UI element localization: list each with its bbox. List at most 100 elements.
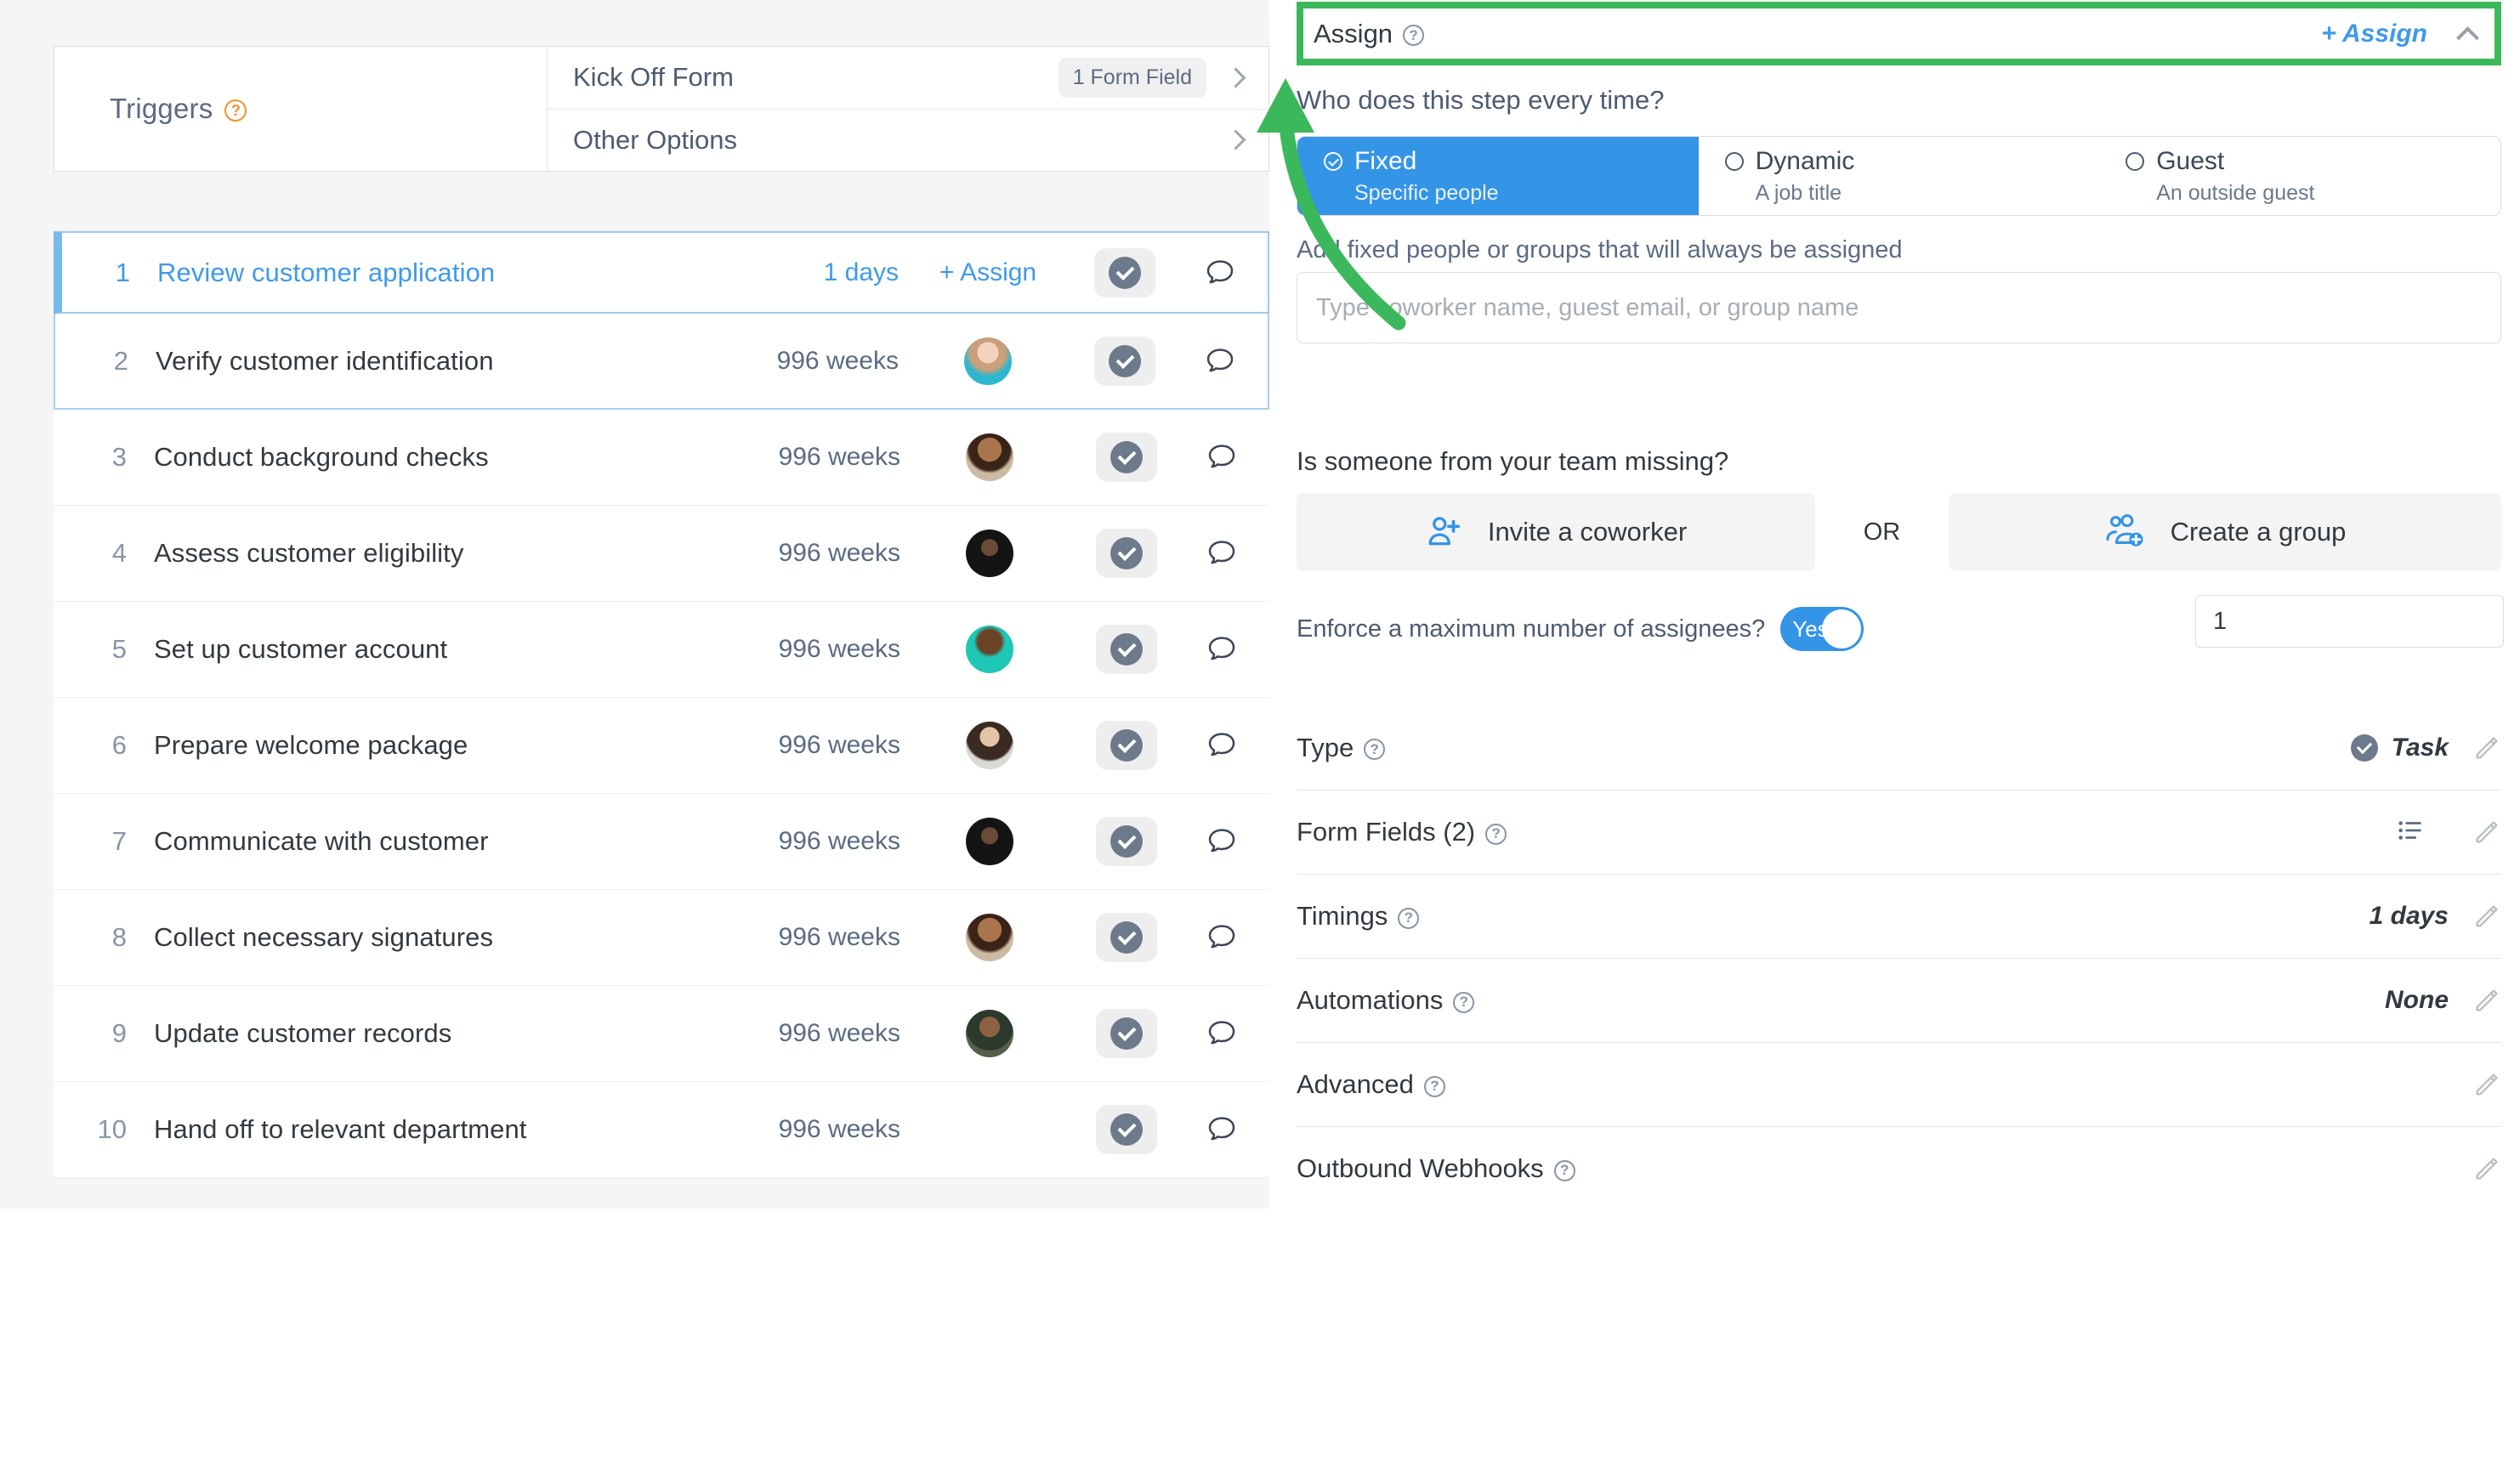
step-row[interactable]: 8 Collect necessary signatures 996 weeks bbox=[54, 890, 1269, 986]
step-assign-button[interactable]: + Assign bbox=[899, 258, 1077, 287]
radio-icon[interactable] bbox=[1724, 151, 1744, 171]
step-duration[interactable]: 996 weeks bbox=[713, 923, 900, 952]
avatar[interactable] bbox=[966, 722, 1013, 769]
step-title[interactable]: Assess customer eligibility bbox=[154, 538, 463, 569]
step-row[interactable]: 9 Update customer records 996 weeks bbox=[54, 986, 1269, 1082]
step-duration[interactable]: 996 weeks bbox=[713, 635, 900, 664]
question-circle-icon[interactable]: ? bbox=[1403, 25, 1425, 46]
step-duration[interactable]: 1 days bbox=[712, 258, 899, 287]
edit-pencil-icon[interactable] bbox=[2457, 1154, 2501, 1183]
step-row[interactable]: 10 Hand off to relevant department 996 wee… bbox=[54, 1082, 1269, 1178]
avatar[interactable] bbox=[964, 337, 1012, 385]
step-duration[interactable]: 996 weeks bbox=[712, 347, 899, 376]
assign-section-header[interactable]: Assign ? + Assign bbox=[1303, 8, 2494, 59]
assign-mode-option-fixed[interactable]: Fixed Specific people bbox=[1297, 137, 1699, 215]
triggers-section[interactable]: Triggers ? bbox=[54, 47, 548, 171]
step-row[interactable]: 6 Prepare welcome package 996 weeks bbox=[54, 698, 1269, 794]
step-row[interactable]: 7 Communicate with customer 996 weeks bbox=[54, 794, 1269, 890]
avatar[interactable] bbox=[966, 914, 1013, 961]
setting-row[interactable]: Timings? 1 days bbox=[1297, 874, 2501, 958]
question-circle-icon[interactable]: ? bbox=[1364, 739, 1386, 760]
step-row[interactable]: 5 Set up customer account 996 weeks bbox=[54, 602, 1269, 698]
comment-bubble-icon[interactable] bbox=[1205, 920, 1239, 954]
chevron-right-icon[interactable] bbox=[1225, 67, 1246, 88]
comment-bubble-icon[interactable] bbox=[1205, 632, 1239, 666]
radio-icon[interactable] bbox=[2126, 151, 2145, 171]
setting-row[interactable]: Advanced? bbox=[1297, 1042, 2501, 1126]
check-circle-icon[interactable] bbox=[1096, 529, 1157, 578]
invite-coworker-button[interactable]: Invite a coworker bbox=[1297, 493, 1815, 571]
step-title[interactable]: Set up customer account bbox=[154, 634, 447, 665]
step-duration[interactable]: 996 weeks bbox=[713, 1019, 900, 1048]
step-title[interactable]: Update customer records bbox=[154, 1018, 451, 1049]
comment-bubble-icon[interactable] bbox=[1205, 440, 1239, 474]
edit-pencil-icon[interactable] bbox=[2457, 986, 2501, 1015]
other-options-row[interactable]: Other Options bbox=[548, 108, 1269, 172]
step-row[interactable]: 3 Conduct background checks 996 weeks bbox=[54, 410, 1269, 506]
radio-icon[interactable] bbox=[1324, 151, 1342, 171]
setting-row[interactable]: Outbound Webhooks? bbox=[1297, 1126, 2501, 1210]
setting-row[interactable]: Type? Task bbox=[1297, 705, 2501, 790]
add-assign-button[interactable]: + Assign bbox=[2321, 20, 2427, 48]
question-circle-icon[interactable]: ? bbox=[1553, 1159, 1575, 1181]
comment-bubble-icon[interactable] bbox=[1205, 824, 1239, 858]
check-circle-icon[interactable] bbox=[1096, 625, 1157, 674]
create-group-button[interactable]: Create a group bbox=[1949, 493, 2501, 571]
question-circle-icon[interactable]: ? bbox=[1485, 823, 1507, 845]
comment-bubble-icon[interactable] bbox=[1205, 1017, 1239, 1051]
step-duration[interactable]: 996 weeks bbox=[713, 443, 900, 472]
check-circle-icon[interactable] bbox=[1094, 336, 1155, 386]
check-circle-icon[interactable] bbox=[1094, 247, 1155, 297]
kick-off-form-row[interactable]: Kick Off Form 1 Form Field bbox=[548, 47, 1269, 109]
step-assignee-avatar-slot[interactable] bbox=[900, 433, 1079, 481]
step-title[interactable]: Communicate with customer bbox=[154, 826, 489, 857]
edit-pencil-icon[interactable] bbox=[2457, 818, 2501, 847]
edit-pencil-icon[interactable] bbox=[2457, 734, 2501, 762]
chevron-right-icon[interactable] bbox=[1225, 129, 1246, 150]
edit-pencil-icon[interactable] bbox=[2457, 1070, 2501, 1099]
step-title[interactable]: Hand off to relevant department bbox=[154, 1114, 527, 1145]
edit-pencil-icon[interactable] bbox=[2457, 902, 2501, 931]
step-duration[interactable]: 996 weeks bbox=[713, 1115, 900, 1144]
setting-row[interactable]: Automations? None bbox=[1297, 958, 2501, 1042]
step-row[interactable]: 1 Review customer application 1 days + Assi… bbox=[54, 231, 1269, 314]
step-title[interactable]: Conduct background checks bbox=[154, 442, 489, 473]
setting-row[interactable]: Form Fields (2)? bbox=[1297, 790, 2501, 874]
check-circle-icon[interactable] bbox=[1096, 721, 1157, 770]
step-title[interactable]: Review customer application bbox=[157, 258, 495, 288]
assign-mode-option-guest[interactable]: Guest An outside guest bbox=[2099, 137, 2500, 215]
step-duration[interactable]: 996 weeks bbox=[713, 827, 900, 856]
check-circle-icon[interactable] bbox=[1096, 1105, 1157, 1154]
check-circle-icon[interactable] bbox=[1096, 1009, 1157, 1058]
enforce-max-toggle[interactable]: Yes bbox=[1780, 607, 1864, 651]
max-assignees-input[interactable]: 1 bbox=[2195, 595, 2504, 648]
question-circle-icon[interactable]: ? bbox=[1398, 907, 1420, 929]
check-circle-icon[interactable] bbox=[1096, 817, 1157, 866]
step-assignee-avatar-slot[interactable] bbox=[900, 722, 1079, 769]
question-circle-icon[interactable]: ? bbox=[1423, 1075, 1445, 1097]
step-duration[interactable]: 996 weeks bbox=[713, 731, 900, 760]
comment-bubble-icon[interactable] bbox=[1203, 256, 1237, 290]
step-title[interactable]: Collect necessary signatures bbox=[154, 922, 493, 953]
check-circle-icon[interactable] bbox=[1096, 433, 1157, 482]
step-title[interactable]: Prepare welcome package bbox=[154, 730, 468, 761]
step-assignee-avatar-slot[interactable] bbox=[900, 530, 1079, 577]
question-circle-icon[interactable]: ? bbox=[224, 99, 247, 122]
step-duration[interactable]: 996 weeks bbox=[713, 539, 900, 568]
step-assignee-avatar-slot[interactable] bbox=[900, 626, 1079, 673]
avatar[interactable] bbox=[966, 626, 1013, 673]
list-view-icon[interactable] bbox=[2396, 816, 2425, 849]
avatar[interactable] bbox=[966, 530, 1013, 577]
comment-bubble-icon[interactable] bbox=[1205, 536, 1239, 570]
step-row[interactable]: 2 Verify customer identification 996 weeks bbox=[54, 314, 1269, 410]
step-assignee-avatar-slot[interactable] bbox=[900, 1010, 1079, 1057]
step-assignee-avatar-slot[interactable] bbox=[900, 914, 1079, 961]
assign-mode-option-dynamic[interactable]: Dynamic A job title bbox=[1699, 137, 2100, 215]
assignee-search-input[interactable]: Type coworker name, guest email, or grou… bbox=[1297, 272, 2501, 343]
avatar[interactable] bbox=[966, 1010, 1013, 1057]
step-assignee-avatar-slot[interactable] bbox=[899, 337, 1077, 385]
comment-bubble-icon[interactable] bbox=[1203, 344, 1237, 378]
avatar[interactable] bbox=[966, 433, 1013, 481]
avatar[interactable] bbox=[966, 818, 1013, 865]
check-circle-icon[interactable] bbox=[1096, 913, 1157, 962]
